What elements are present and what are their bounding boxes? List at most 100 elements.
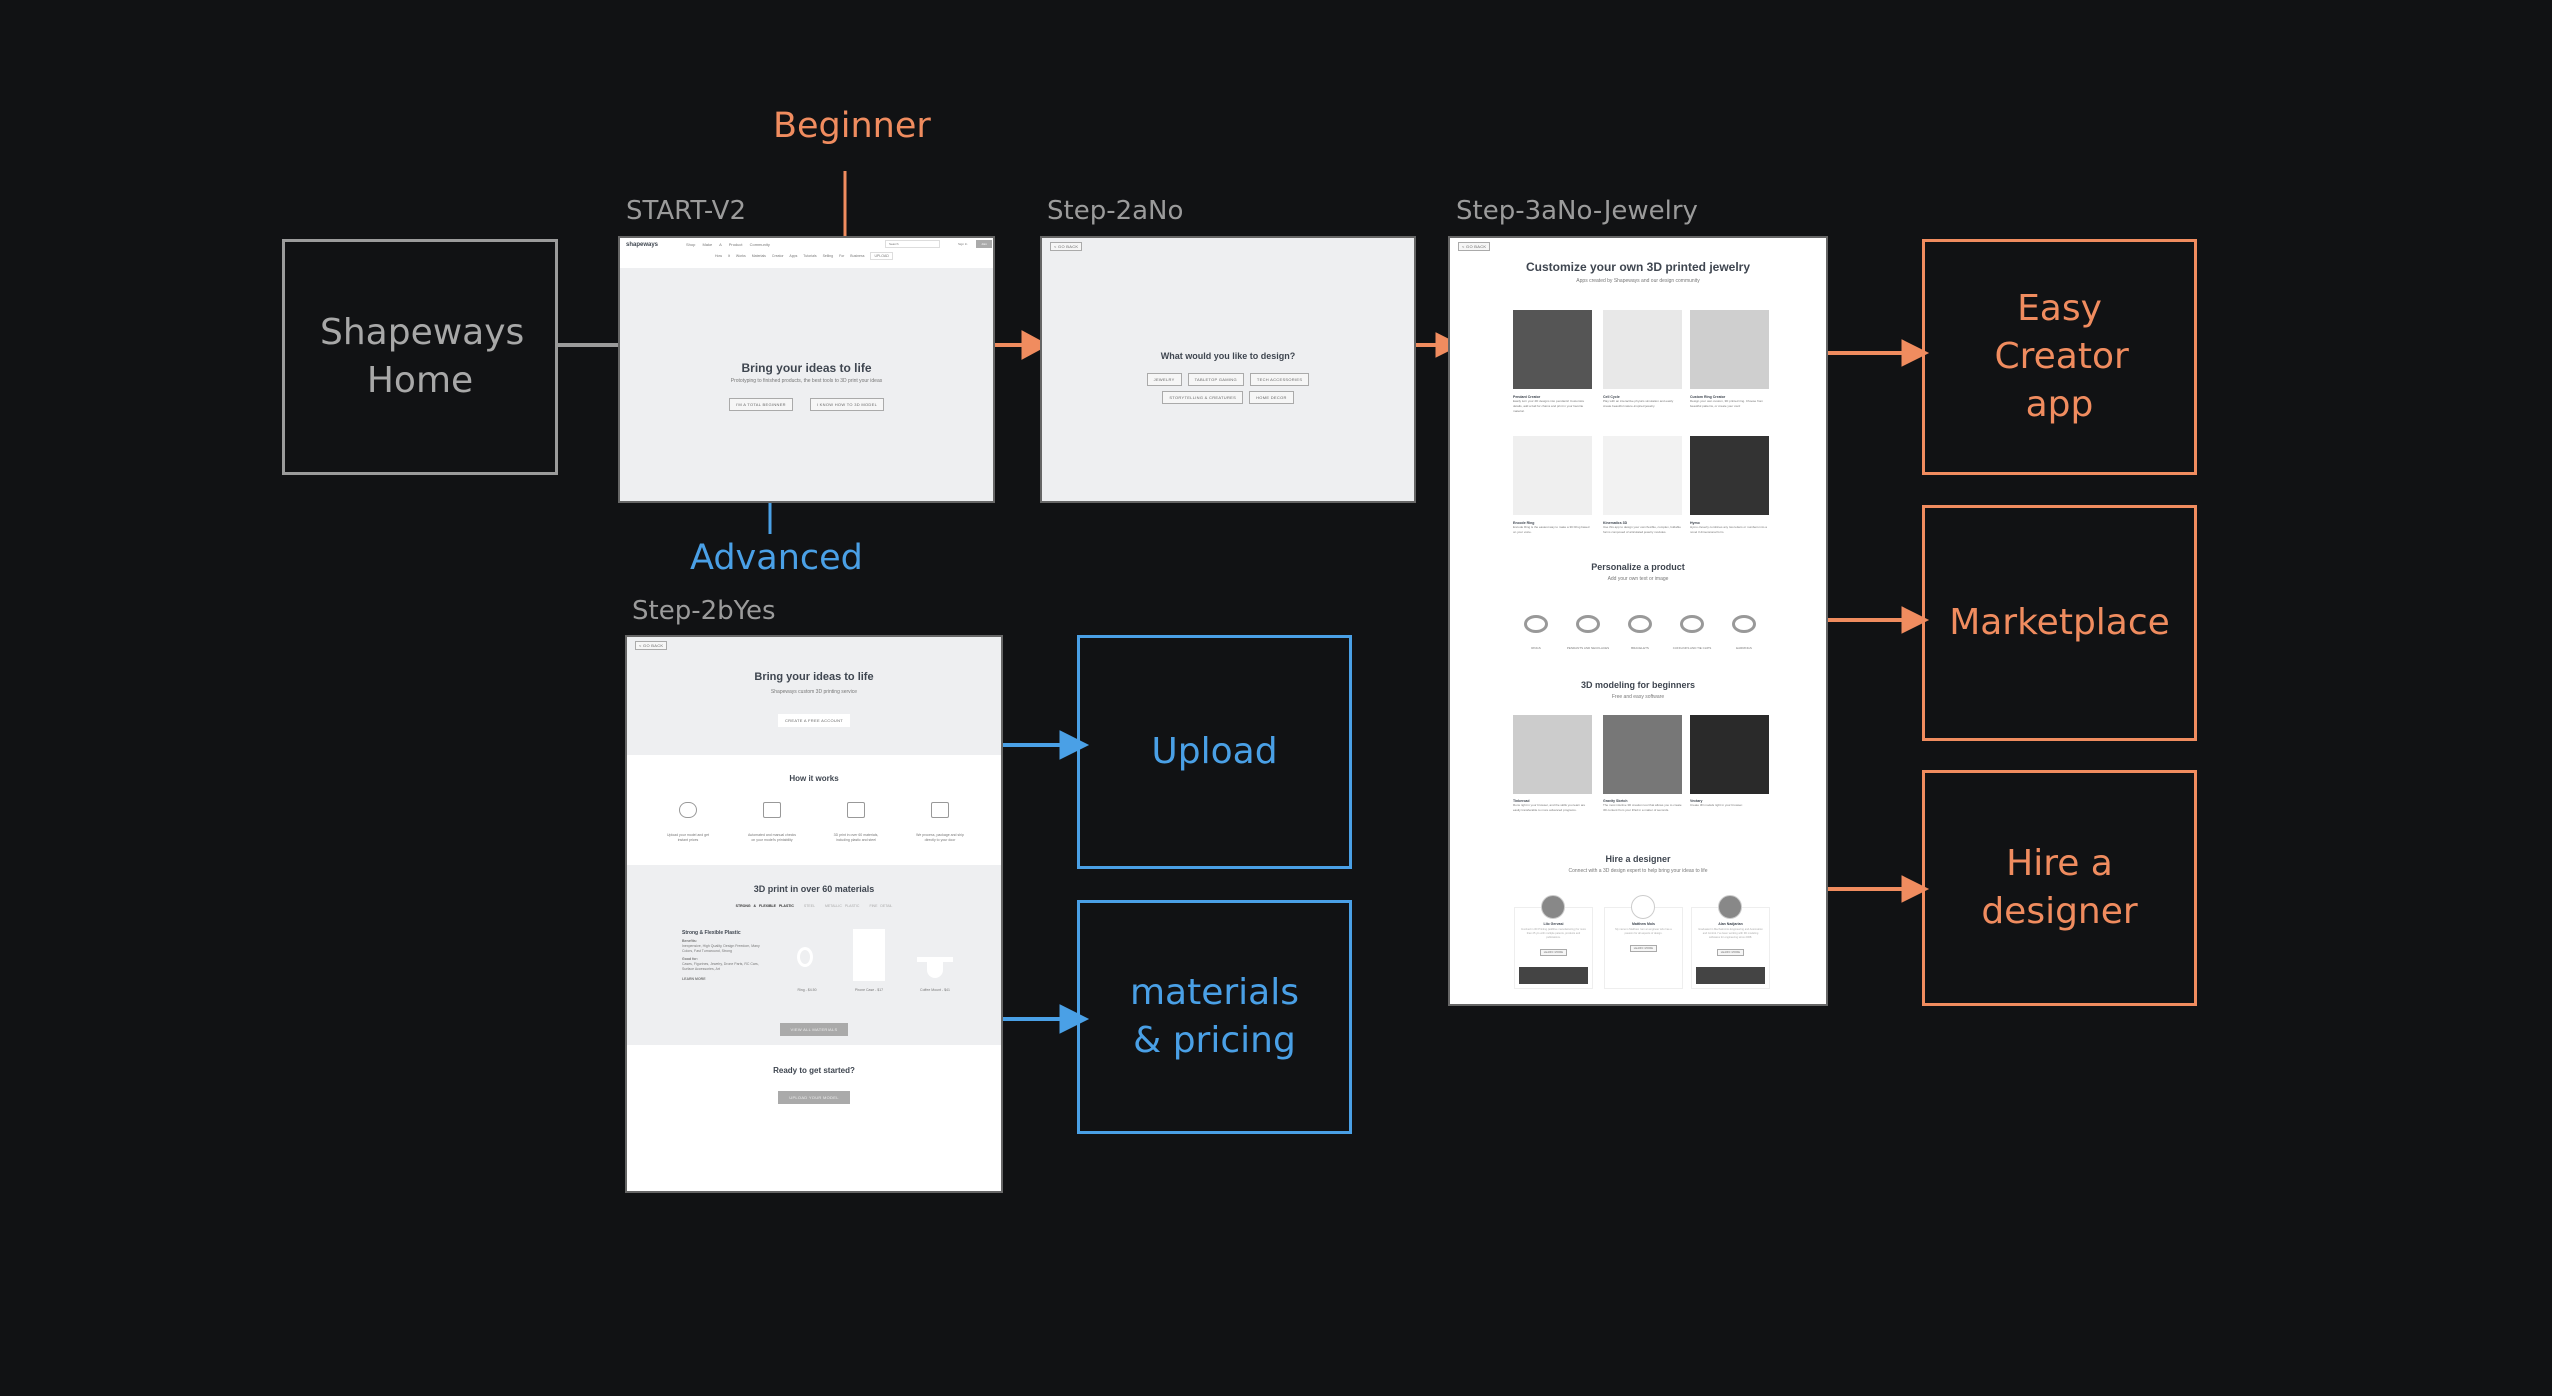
- designer-avatar: [1631, 895, 1655, 919]
- learn-more-button: LEARN MORE: [1539, 949, 1568, 956]
- designer-card[interactable]: Matthew Mols My name is Matthew I am an …: [1604, 907, 1683, 989]
- option-storytelling-creatures[interactable]: STORYTELLING & CREATURES: [1162, 391, 1244, 404]
- step-description: 3D print in over 60 materials, including…: [833, 833, 879, 842]
- software-card[interactable]: Vectary Create 3D models right in your br…: [1690, 799, 1769, 808]
- upload-model-button[interactable]: UPLOAD YOUR MODEL: [778, 1091, 850, 1104]
- product-icon[interactable]: [1732, 615, 1756, 633]
- arrow-to-upload: [1003, 730, 1090, 760]
- edge-label-advanced: Advanced: [690, 538, 863, 578]
- sample-caption: Ring - $4.50: [797, 988, 817, 992]
- product-category-label[interactable]: RINGS: [1512, 646, 1560, 650]
- hero-section: [627, 637, 1001, 755]
- frame-label-step2a: Step-2aNo: [1047, 196, 1184, 226]
- design-question: What would you like to design?: [1160, 351, 1296, 361]
- app-card[interactable]: Encode Ring Encode Ring is the easiest wa…: [1513, 521, 1592, 535]
- software-card[interactable]: Tinkercad Runs right in your browser, and…: [1513, 799, 1592, 813]
- product-icon[interactable]: [1524, 615, 1548, 633]
- app-card[interactable]: Custom Ring Creator Design your own custo…: [1690, 395, 1769, 409]
- nav-item[interactable]: Shop Make A Product Community: [686, 241, 770, 248]
- arrow-to-materials: [1003, 1004, 1090, 1034]
- app-image[interactable]: [1690, 310, 1769, 389]
- step-description: We process, package and ship directly to…: [916, 833, 964, 842]
- join-button[interactable]: Join: [976, 240, 992, 248]
- app-image[interactable]: [1603, 436, 1682, 515]
- software-image[interactable]: [1690, 715, 1769, 794]
- go-back-button[interactable]: < GO BACK: [1050, 242, 1083, 251]
- hero-subtitle: Shapeways custom 3D printing service: [770, 689, 858, 695]
- create-account-button[interactable]: CREATE A FREE ACCOUNT: [777, 714, 850, 727]
- section-title: Hire a designer: [1605, 854, 1671, 864]
- frame-label-start: START-V2: [626, 196, 747, 226]
- product-icon[interactable]: [1576, 615, 1600, 633]
- section-title: How it works: [789, 774, 839, 783]
- section-title: 3D print in over 60 materials: [753, 884, 875, 894]
- app-image[interactable]: [1603, 310, 1682, 389]
- ring-sample-image: [797, 947, 813, 967]
- designer-avatar: [1541, 895, 1565, 919]
- sign-in-link[interactable]: Sign In: [958, 241, 967, 248]
- node-hire-a-designer: Hire a designer: [1922, 770, 2197, 1006]
- product-category-label[interactable]: EARRINGS: [1720, 646, 1768, 650]
- section-title: Customize your own 3D printed jewelry: [1525, 260, 1751, 274]
- subnav[interactable]: How It Works Materials Creator Apps Tuto…: [715, 252, 893, 260]
- app-card[interactable]: Hymo Hymo cleverly combines any two lette…: [1690, 521, 1769, 535]
- frame-start-v2: shapeways Shop Make A Product Community …: [618, 236, 995, 503]
- app-card[interactable]: Pendant Creator Easily turn your 2D desig…: [1513, 395, 1592, 414]
- arrow-to-marketplace: [1828, 606, 1930, 634]
- designer-portfolio-image: [1519, 967, 1588, 984]
- app-card[interactable]: Kinematics 3D Use this app to design your…: [1603, 521, 1682, 535]
- node-label: Upload: [1151, 731, 1278, 772]
- checklist-icon: [763, 802, 781, 818]
- phone-case-sample-image: [853, 929, 885, 981]
- go-back-button[interactable]: < GO BACK: [635, 641, 668, 650]
- product-category-label[interactable]: CUFFLINKS AND TIE CLIPS: [1668, 646, 1716, 650]
- app-image[interactable]: [1513, 310, 1592, 389]
- beginner-button[interactable]: I'M A TOTAL BEGINNER: [728, 398, 793, 411]
- option-tech-accessories[interactable]: TECH ACCESSORIES: [1249, 373, 1310, 386]
- software-image[interactable]: [1513, 715, 1592, 794]
- designer-card[interactable]: Alan Nadjarian Graduated in Mechatronics…: [1691, 907, 1770, 989]
- arrow-to-easy-creator: [1828, 339, 1930, 367]
- coffee-mount-sample-shape: [927, 962, 943, 978]
- designer-card[interactable]: Lilo Gervasi Involved in 3D Printing (ad…: [1514, 907, 1593, 989]
- frame-step-3a-jewelry: < GO BACK Customize your own 3D printed …: [1448, 236, 1828, 1006]
- product-icon[interactable]: [1628, 615, 1652, 633]
- section-subtitle: Free and easy software: [1611, 694, 1665, 700]
- edge-label-beginner: Beginner: [773, 106, 931, 146]
- hero-title: Bring your ideas to life: [754, 671, 874, 683]
- printer-icon: [847, 802, 865, 818]
- learn-more-button: LEARN MORE: [1629, 945, 1658, 952]
- app-image[interactable]: [1690, 436, 1769, 515]
- arrow-to-hire-designer: [1828, 875, 1930, 903]
- section-title: 3D modeling for beginners: [1580, 680, 1695, 690]
- search-input[interactable]: Search: [885, 240, 940, 248]
- cloud-upload-icon: [679, 802, 697, 818]
- software-card[interactable]: Gravity Sketch The most intuitive 3D crea…: [1603, 799, 1682, 813]
- node-label: Hire a designer: [1981, 843, 2138, 932]
- product-icon[interactable]: [1680, 615, 1704, 633]
- node-upload: Upload: [1077, 635, 1352, 869]
- app-card[interactable]: Cell Cycle Play with an interactive physi…: [1603, 395, 1682, 409]
- product-category-label[interactable]: PENDANTS AND NECKLACES: [1564, 646, 1612, 650]
- node-label: Shapeways Home: [320, 312, 525, 401]
- material-tabs[interactable]: STRONG & FLEXIBLE PLASTIC STEEL METALLIC P…: [627, 903, 1001, 910]
- section-title: Ready to get started?: [773, 1066, 855, 1075]
- product-category-label[interactable]: BRACELETS: [1616, 646, 1664, 650]
- node-shapeways-home: Shapeways Home: [282, 239, 558, 475]
- view-all-materials-button[interactable]: VIEW ALL MATERIALS: [779, 1023, 849, 1036]
- learn-more-link[interactable]: LEARN MORE: [682, 976, 770, 983]
- app-image[interactable]: [1513, 436, 1592, 515]
- go-back-button[interactable]: < GO BACK: [1458, 242, 1491, 251]
- designer-portfolio-image: [1609, 967, 1678, 984]
- option-tabletop-gaming[interactable]: TABLETOP GAMING: [1187, 373, 1244, 386]
- frame-label-step3a: Step-3aNo-Jewelry: [1456, 196, 1698, 226]
- option-jewelry[interactable]: JEWELRY: [1146, 373, 1182, 386]
- know-3d-model-button[interactable]: I KNOW HOW TO 3D MODEL: [809, 398, 885, 411]
- software-image[interactable]: [1603, 715, 1682, 794]
- section-subtitle: Connect with a 3D design expert to help …: [1568, 868, 1708, 874]
- sample-caption: Phone Case - $17: [854, 988, 884, 992]
- section-subtitle: Apps created by Shapeways and our design…: [1576, 278, 1700, 284]
- designer-avatar: [1718, 895, 1742, 919]
- frame-step-2b-yes: < GO BACK Bring your ideas to life Shape…: [625, 635, 1003, 1193]
- option-home-decor[interactable]: HOME DECOR: [1249, 391, 1294, 404]
